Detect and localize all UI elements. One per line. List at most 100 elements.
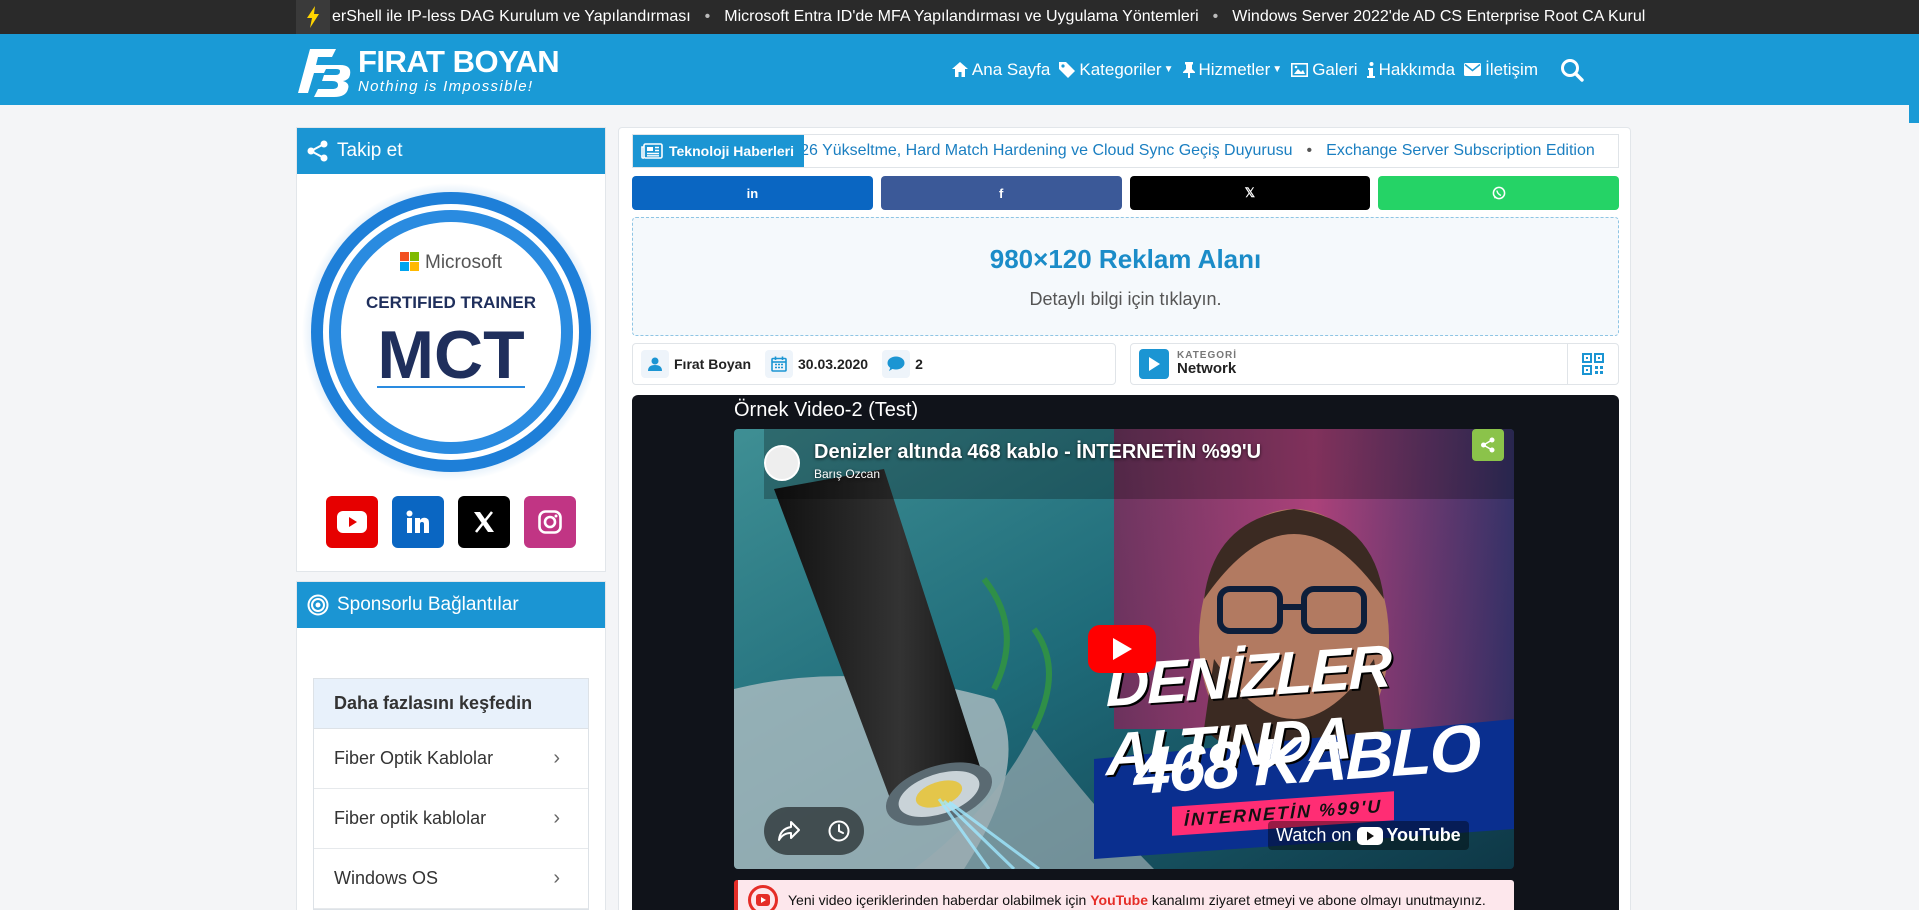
ticker-item[interactable]: Windows Server 2022'de AD CS Enterprise …: [1232, 8, 1645, 26]
category-value: Network: [1177, 360, 1237, 378]
site-logo[interactable]: FIRAT BOYAN Nothing is Impossible!: [296, 42, 560, 98]
x-icon: [474, 511, 494, 533]
tech-news-ticker: Teknoloji Haberleri n 2026 Yükseltme, Ha…: [632, 134, 1619, 168]
video-section: Örnek Video-2 (Test) Denizler altında 46…: [632, 395, 1619, 910]
home-icon: [951, 62, 968, 77]
ad-subtitle: Detaylı bilgi için tıklayın.: [1029, 289, 1222, 309]
youtube-link[interactable]: [326, 496, 378, 548]
instagram-icon: [538, 510, 562, 534]
post-comments[interactable]: 2: [882, 350, 923, 378]
chevron-right-icon: ›: [553, 867, 560, 889]
share-arrow-icon[interactable]: [777, 820, 801, 842]
youtube-channel-link[interactable]: YouTube: [1090, 892, 1148, 908]
mct-badge: Microsoft CERTIFIED TRAINER MCT: [301, 182, 601, 482]
linkedin-icon: in: [746, 185, 759, 201]
ad-title: 980×120 Reklam Alanı: [989, 244, 1262, 274]
calendar-icon: [765, 350, 794, 378]
brand-slogan: Nothing is Impossible!: [358, 78, 534, 95]
social-links: [297, 496, 605, 548]
facebook-icon: f: [998, 185, 1004, 201]
nav-categories[interactable]: Kategoriler ▼: [1059, 60, 1174, 80]
discover-more-list: Daha fazlasını keşfedin Fiber Optik Kabl…: [313, 678, 589, 910]
post-date: 30.03.2020: [765, 350, 868, 378]
clock-icon[interactable]: [827, 819, 851, 843]
top-news-ticker: erShell ile IP-less DAG Kurulum ve Yapıl…: [0, 0, 1919, 34]
whatsapp-icon: [1492, 186, 1505, 200]
play-icon: [1139, 349, 1169, 379]
video-title[interactable]: Denizler altında 468 kablo - İNTERNETİN …: [814, 441, 1261, 464]
youtube-subscribe-notice: Yeni video içeriklerinden haberdar olabi…: [734, 880, 1514, 910]
share-x-button[interactable]: 𝕏: [1129, 176, 1371, 210]
discover-item[interactable]: Fiber Optik Kablolar ›: [314, 729, 588, 789]
x-icon: 𝕏: [1244, 185, 1256, 200]
user-icon: [641, 350, 669, 378]
channel-avatar[interactable]: [764, 445, 800, 481]
follow-widget-header: Takip et: [297, 128, 605, 174]
site-header: FIRAT BOYAN Nothing is Impossible! Ana S…: [0, 34, 1919, 105]
nav-contact[interactable]: İletişim: [1464, 60, 1538, 80]
nav-services[interactable]: Hizmetler ▼: [1182, 60, 1283, 80]
youtube-icon: [337, 511, 367, 533]
post-meta: Fırat Boyan 30.03.2020 2: [632, 343, 1116, 385]
search-button[interactable]: [1560, 58, 1588, 82]
caret-down-icon: ▼: [1272, 64, 1283, 75]
tech-news-label: Teknoloji Haberleri: [633, 135, 804, 167]
nav-about[interactable]: Hakkımda: [1366, 60, 1455, 80]
chevron-right-icon: ›: [553, 747, 560, 769]
share-facebook-button[interactable]: f: [880, 176, 1122, 210]
discover-item[interactable]: Windows OS ›: [314, 849, 588, 909]
tag-icon: [1059, 61, 1076, 78]
comment-icon: [882, 350, 911, 378]
instagram-link[interactable]: [524, 496, 576, 548]
news-item[interactable]: Exchange Server Subscription Edition: [1326, 142, 1595, 160]
linkedin-icon: [406, 510, 429, 533]
follow-widget: Takip et Microsoft CERTIFIED TRAINER MCT: [296, 127, 606, 572]
share-nodes-icon: [307, 140, 328, 162]
sponsored-widget: Sponsorlu Bağlantılar Daha fazlasını keş…: [296, 581, 606, 910]
brand-name: FIRAT BOYAN: [358, 44, 560, 79]
caret-down-icon: ▼: [1163, 64, 1174, 75]
ad-banner[interactable]: 980×120 Reklam Alanı Detaylı bilgi için …: [632, 217, 1619, 336]
image-icon: [1291, 62, 1309, 77]
share-whatsapp-button[interactable]: [1378, 176, 1619, 210]
ticker-item[interactable]: erShell ile IP-less DAG Kurulum ve Yapıl…: [332, 8, 691, 26]
qr-code-button[interactable]: [1567, 344, 1618, 384]
share-icon: [1481, 437, 1495, 453]
scrollbar-thumb[interactable]: [1909, 105, 1919, 123]
share-buttons: in f 𝕏: [632, 176, 1619, 210]
news-item[interactable]: n 2026 Yükseltme, Hard Match Hardening v…: [769, 142, 1293, 160]
svg-text:Microsoft: Microsoft: [425, 252, 503, 273]
envelope-icon: [1464, 63, 1482, 76]
nav-gallery[interactable]: Galeri: [1291, 60, 1358, 80]
x-link[interactable]: [458, 496, 510, 548]
linkedin-link[interactable]: [392, 496, 444, 548]
share-linkedin-button[interactable]: in: [632, 176, 873, 210]
newspaper-icon: [641, 143, 663, 159]
ticker-item[interactable]: Microsoft Entra ID'de MFA Yapılandırması…: [724, 8, 1198, 26]
video-controls: [764, 807, 864, 855]
youtube-logo-icon: [1357, 826, 1384, 845]
lightning-icon: [296, 0, 330, 34]
video-channel[interactable]: Barış Ozcan: [814, 467, 880, 481]
video-section-title: Örnek Video-2 (Test): [734, 399, 919, 421]
post-author[interactable]: Fırat Boyan: [641, 350, 751, 378]
chevron-right-icon: ›: [553, 807, 560, 829]
play-button[interactable]: [1088, 625, 1156, 673]
search-icon: [1561, 58, 1584, 82]
pin-icon: [1182, 61, 1195, 78]
youtube-player[interactable]: Denizler altında 468 kablo - İNTERNETİN …: [734, 429, 1514, 869]
qr-code-icon: [1582, 353, 1604, 375]
article-panel: Teknoloji Haberleri n 2026 Yükseltme, Ha…: [618, 127, 1631, 910]
svg-text:CERTIFIED TRAINER: CERTIFIED TRAINER: [366, 293, 536, 312]
discover-more-title: Daha fazlasını keşfedin: [314, 679, 588, 729]
main-nav: Ana Sayfa Kategoriler ▼ Hizmetler ▼ Galeri…: [943, 34, 1588, 105]
sponsored-widget-header: Sponsorlu Bağlantılar: [297, 582, 605, 628]
discover-item[interactable]: Fiber optik kablolar ›: [314, 789, 588, 849]
watch-on-youtube-button[interactable]: Watch on YouTube: [1268, 821, 1469, 850]
post-category[interactable]: KATEGORİ Network: [1130, 343, 1619, 385]
play-icon: [1113, 638, 1132, 660]
nav-home[interactable]: Ana Sayfa: [951, 60, 1050, 80]
video-share-button[interactable]: [1472, 429, 1504, 461]
target-icon: [307, 594, 329, 616]
logo-mark-icon: [296, 43, 352, 97]
